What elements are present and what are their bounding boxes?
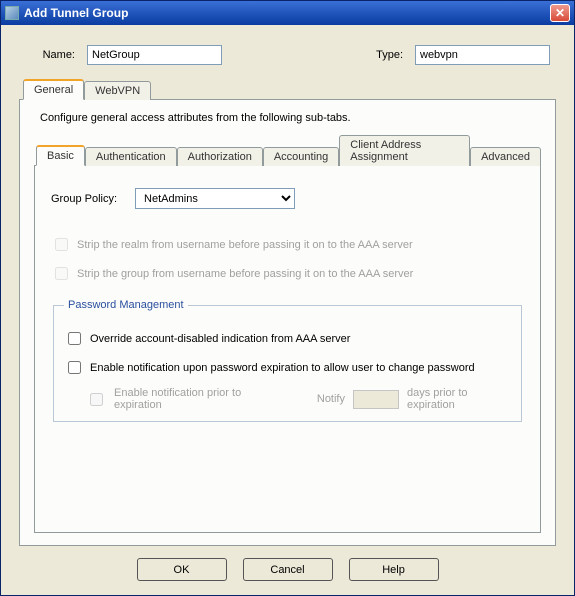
group-policy-select[interactable]: NetAdmins (135, 188, 295, 209)
override-aaa-checkbox[interactable] (68, 332, 81, 345)
panel-prompt: Configure general access attributes from… (40, 112, 541, 124)
strip-group-checkbox (55, 267, 68, 280)
basic-panel: Group Policy: NetAdmins Strip the realm … (34, 165, 541, 533)
group-policy-row: Group Policy: NetAdmins (51, 188, 524, 209)
window-title: Add Tunnel Group (24, 6, 550, 20)
titlebar: Add Tunnel Group ✕ (1, 1, 574, 25)
strip-realm-row: Strip the realm from username before pas… (51, 235, 524, 254)
strip-realm-label: Strip the realm from username before pas… (77, 239, 413, 251)
type-input[interactable] (415, 45, 550, 65)
name-label: Name: (25, 49, 75, 61)
sub-tabstrip: Basic Authentication Authorization Accou… (34, 134, 541, 165)
enable-prior-label: Enable notification prior to expiration (114, 387, 280, 411)
group-policy-label: Group Policy: (51, 193, 117, 205)
top-tabstrip: General WebVPN (19, 79, 556, 99)
override-aaa-label: Override account-disabled indication fro… (90, 333, 350, 345)
enable-prior-row: Enable notification prior to expiration … (86, 387, 511, 411)
tab-accounting[interactable]: Accounting (263, 147, 339, 166)
override-aaa-row: Override account-disabled indication fro… (64, 329, 511, 348)
close-icon: ✕ (555, 6, 565, 20)
strip-realm-checkbox (55, 238, 68, 251)
tab-general[interactable]: General (23, 79, 84, 100)
enable-notify-label: Enable notification upon password expira… (90, 362, 475, 374)
top-form-row: Name: Type: (25, 45, 550, 65)
help-button[interactable]: Help (349, 558, 439, 581)
tab-webvpn[interactable]: WebVPN (84, 81, 151, 100)
strip-group-label: Strip the group from username before pas… (77, 268, 413, 280)
enable-prior-checkbox (90, 393, 103, 406)
days-input (353, 390, 399, 409)
notify-label: Notify (317, 393, 345, 405)
tab-basic[interactable]: Basic (36, 145, 85, 166)
button-row: OK Cancel Help (19, 546, 556, 587)
general-panel: Configure general access attributes from… (19, 99, 556, 546)
close-button[interactable]: ✕ (550, 4, 570, 22)
password-management-legend: Password Management (64, 299, 188, 311)
dialog-window: Add Tunnel Group ✕ Name: Type: General W… (0, 0, 575, 596)
name-input[interactable] (87, 45, 222, 65)
content-area: Name: Type: General WebVPN Configure gen… (1, 25, 574, 595)
tab-authentication[interactable]: Authentication (85, 147, 177, 166)
strip-group-row: Strip the group from username before pas… (51, 264, 524, 283)
tab-authorization[interactable]: Authorization (177, 147, 263, 166)
tab-advanced[interactable]: Advanced (470, 147, 541, 166)
type-label: Type: (359, 49, 403, 61)
ok-button[interactable]: OK (137, 558, 227, 581)
enable-notify-row: Enable notification upon password expira… (64, 358, 511, 377)
tab-client-address-assignment[interactable]: Client Address Assignment (339, 135, 470, 166)
cancel-button[interactable]: Cancel (243, 558, 333, 581)
password-management-fieldset: Password Management Override account-dis… (53, 299, 522, 422)
enable-notify-checkbox[interactable] (68, 361, 81, 374)
app-icon (5, 6, 19, 20)
days-suffix-label: days prior to expiration (407, 387, 511, 411)
